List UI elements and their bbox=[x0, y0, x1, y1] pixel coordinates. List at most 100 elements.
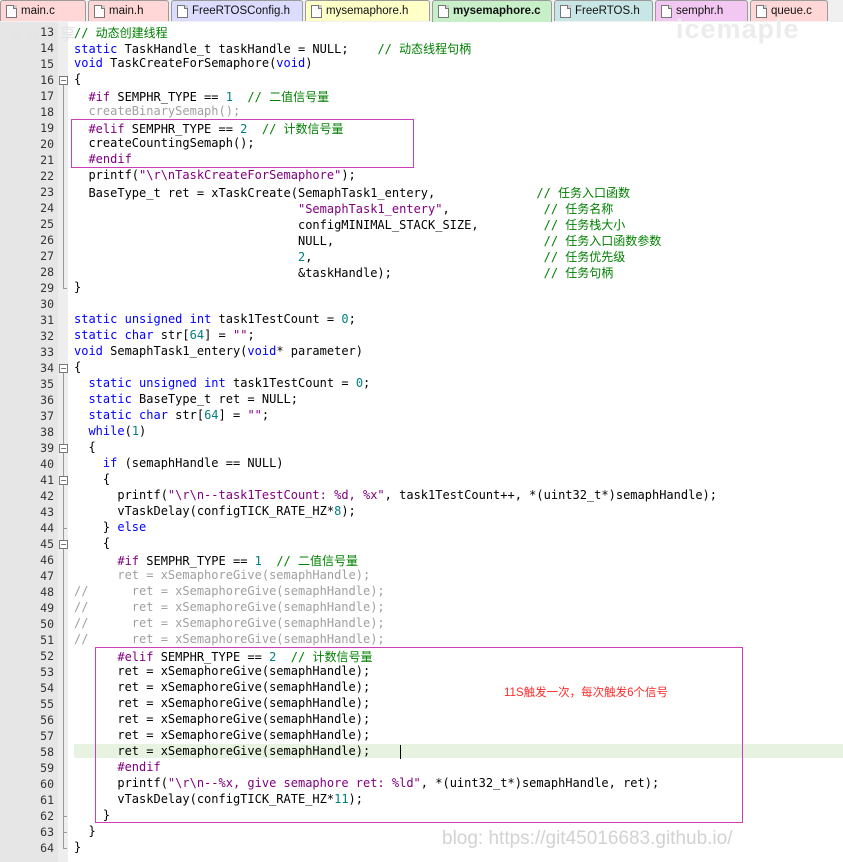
code-line[interactable]: #elif SEMPHR_TYPE == 2 // 计数信号量 bbox=[74, 648, 372, 665]
code-line[interactable]: // 动态创建线程 bbox=[74, 24, 168, 41]
line-number: 37 bbox=[40, 409, 54, 423]
line-number: 16 bbox=[40, 73, 54, 87]
code-line[interactable]: } bbox=[74, 824, 95, 838]
file-icon bbox=[94, 5, 105, 18]
tab-freertos-h[interactable]: FreeRTOS.h bbox=[554, 0, 653, 21]
code-line[interactable]: } bbox=[74, 280, 81, 294]
fold-toggle-icon[interactable]: − bbox=[59, 476, 68, 485]
code-line[interactable]: { bbox=[74, 536, 110, 550]
code-line[interactable]: &taskHandle); // 任务句柄 bbox=[74, 264, 613, 281]
line-number: 21 bbox=[40, 153, 54, 167]
line-number: 13 bbox=[40, 25, 54, 39]
line-number: 17 bbox=[40, 89, 54, 103]
annotation-note: 11S触发一次，每次触发6个信号 bbox=[504, 687, 669, 699]
code-line[interactable]: // ret = xSemaphoreGive(semaphHandle); bbox=[74, 616, 385, 630]
line-number: 24 bbox=[40, 201, 54, 215]
line-number: 48 bbox=[40, 585, 54, 599]
code-line[interactable]: // ret = xSemaphoreGive(semaphHandle); bbox=[74, 632, 385, 646]
line-number: 27 bbox=[40, 249, 54, 263]
code-line[interactable]: 2, // 任务优先级 bbox=[74, 248, 625, 265]
code-line[interactable]: static TaskHandle_t taskHandle = NULL; /… bbox=[74, 40, 471, 57]
code-line[interactable]: static unsigned int task1TestCount = 0; bbox=[74, 312, 356, 326]
code-line[interactable]: { bbox=[74, 360, 81, 374]
code-line[interactable]: ret = xSemaphoreGive(semaphHandle); bbox=[74, 744, 843, 758]
tab-main-c[interactable]: main.c bbox=[0, 0, 86, 21]
code-line[interactable]: #endif bbox=[74, 760, 160, 774]
code-line[interactable]: ret = xSemaphoreGive(semaphHandle); bbox=[74, 664, 370, 678]
code-line[interactable]: if (semaphHandle == NULL) bbox=[74, 456, 284, 470]
fold-toggle-icon[interactable]: − bbox=[59, 76, 68, 85]
code-line[interactable]: createBinarySemaph(); bbox=[74, 104, 240, 118]
code-line[interactable]: ret = xSemaphoreGive(semaphHandle); bbox=[74, 680, 370, 694]
code-line[interactable]: static BaseType_t ret = NULL; bbox=[74, 392, 298, 406]
code-line[interactable]: ret = xSemaphoreGive(semaphHandle); bbox=[74, 696, 370, 710]
code-line[interactable]: // ret = xSemaphoreGive(semaphHandle); bbox=[74, 584, 385, 598]
file-icon bbox=[6, 5, 17, 18]
line-number: 14 bbox=[40, 41, 54, 55]
code-line[interactable]: void TaskCreateForSemaphore(void) bbox=[74, 56, 312, 70]
line-number: 25 bbox=[40, 217, 54, 231]
file-icon bbox=[560, 5, 571, 18]
tab-label: main.h bbox=[109, 5, 144, 17]
code-line[interactable]: configMINIMAL_STACK_SIZE, // 任务栈大小 bbox=[74, 216, 625, 233]
code-line[interactable]: vTaskDelay(configTICK_RATE_HZ*11); bbox=[74, 792, 363, 806]
tab-main-h[interactable]: main.h bbox=[88, 0, 169, 21]
tab-mysemaphore-c[interactable]: mysemaphore.c bbox=[432, 0, 552, 22]
code-line[interactable]: printf("\r\n--%x, give semaphore ret: %l… bbox=[74, 776, 659, 790]
line-number: 62 bbox=[40, 809, 54, 823]
code-line[interactable]: ret = xSemaphoreGive(semaphHandle); bbox=[74, 712, 370, 726]
code-line[interactable]: vTaskDelay(configTICK_RATE_HZ*8); bbox=[74, 504, 355, 518]
code-line[interactable]: static char str[64] = ""; bbox=[74, 408, 269, 422]
code-line[interactable]: } else bbox=[74, 520, 146, 534]
line-number: 38 bbox=[40, 425, 54, 439]
code-line[interactable]: static char str[64] = ""; bbox=[74, 328, 255, 342]
line-number: 15 bbox=[40, 57, 54, 71]
code-line[interactable]: ret = xSemaphoreGive(semaphHandle); bbox=[74, 728, 370, 742]
line-number: 44 bbox=[40, 521, 54, 535]
tab-label: mysemaphore.c bbox=[453, 5, 541, 17]
fold-toggle-icon[interactable]: − bbox=[59, 364, 68, 373]
code-line[interactable]: printf("\r\n--task1TestCount: %d, %x", t… bbox=[74, 488, 717, 502]
line-number: 53 bbox=[40, 665, 54, 679]
code-line[interactable]: } bbox=[74, 808, 110, 822]
code-line[interactable]: #if SEMPHR_TYPE == 1 // 二值信号量 bbox=[74, 88, 329, 105]
line-number: 40 bbox=[40, 457, 54, 471]
code-line[interactable]: BaseType_t ret = xTaskCreate(SemaphTask1… bbox=[74, 184, 630, 201]
line-number: 49 bbox=[40, 601, 54, 615]
line-number: 56 bbox=[40, 713, 54, 727]
fold-toggle-icon[interactable]: − bbox=[59, 540, 68, 549]
code-line[interactable]: createCountingSemaph(); bbox=[74, 136, 254, 150]
line-number: 18 bbox=[40, 105, 54, 119]
code-line[interactable]: #if SEMPHR_TYPE == 1 // 二值信号量 bbox=[74, 552, 358, 569]
code-line[interactable]: static unsigned int task1TestCount = 0; bbox=[74, 376, 370, 390]
line-number: 26 bbox=[40, 233, 54, 247]
line-number: 19 bbox=[40, 121, 54, 135]
code-line[interactable]: "SemaphTask1_entery", // 任务名称 bbox=[74, 200, 613, 217]
tab-mysemaphore-h[interactable]: mysemaphore.h bbox=[305, 0, 430, 21]
code-line[interactable]: // ret = xSemaphoreGive(semaphHandle); bbox=[74, 600, 385, 614]
file-icon bbox=[177, 5, 188, 18]
fold-end bbox=[63, 848, 67, 849]
line-number: 46 bbox=[40, 553, 54, 567]
code-line[interactable]: void SemaphTask1_entery(void* parameter) bbox=[74, 344, 363, 358]
code-line[interactable]: #endif bbox=[74, 152, 131, 166]
code-line[interactable]: { bbox=[74, 472, 110, 486]
line-number: 34 bbox=[40, 361, 54, 375]
code-line[interactable]: printf("\r\nTaskCreateForSemaphore"); bbox=[74, 168, 355, 182]
code-line[interactable]: #elif SEMPHR_TYPE == 2 // 计数信号量 bbox=[74, 120, 343, 137]
line-number: 50 bbox=[40, 617, 54, 631]
brand-watermark: icemaple bbox=[676, 14, 800, 44]
fold-guide bbox=[63, 85, 64, 288]
fold-toggle-icon[interactable]: − bbox=[59, 444, 68, 453]
code-line[interactable]: NULL, // 任务入口函数参数 bbox=[74, 232, 661, 249]
code-line[interactable]: ret = xSemaphoreGive(semaphHandle); bbox=[74, 568, 370, 582]
line-number: 31 bbox=[40, 313, 54, 327]
code-line[interactable]: while(1) bbox=[74, 424, 146, 438]
line-number: 57 bbox=[40, 729, 54, 743]
tab-freertosconfig-h[interactable]: FreeRTOSConfig.h bbox=[171, 0, 303, 21]
code-line[interactable]: { bbox=[74, 72, 81, 86]
tab-label: FreeRTOSConfig.h bbox=[192, 5, 291, 17]
code-line[interactable]: } bbox=[74, 840, 81, 854]
code-line[interactable]: { bbox=[74, 440, 95, 454]
text-cursor bbox=[400, 745, 401, 759]
